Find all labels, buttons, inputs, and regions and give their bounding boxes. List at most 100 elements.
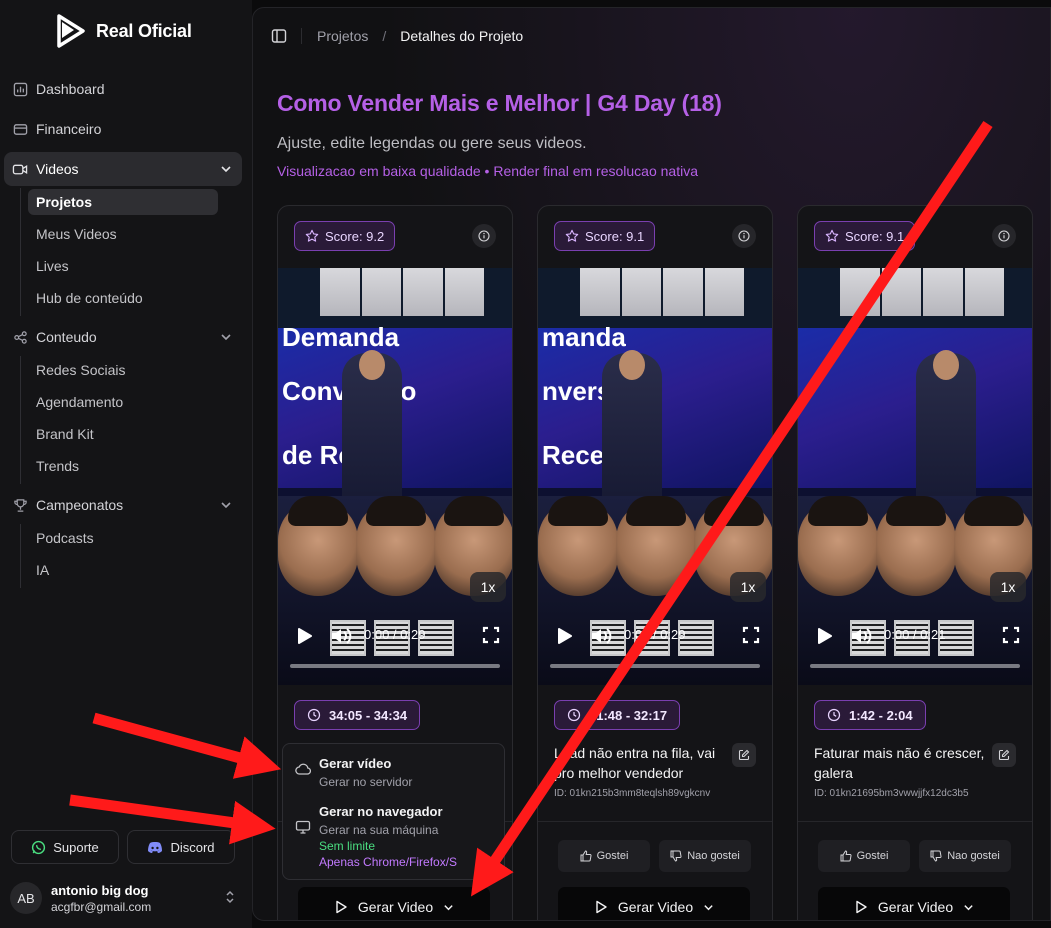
card-divider	[538, 821, 772, 822]
stage-text: manda	[542, 322, 626, 352]
generate-video-button[interactable]: Gerar Video	[298, 887, 490, 920]
like-button[interactable]: Gostei	[558, 840, 650, 872]
thumbs-down-icon	[670, 850, 682, 862]
thumbs-up-icon	[580, 850, 592, 862]
video-progress-bar[interactable]	[550, 664, 760, 668]
play-icon[interactable]	[554, 626, 574, 651]
play-icon[interactable]	[814, 626, 834, 651]
menu-item-generate-server[interactable]: Gerar vídeo Gerar no servidor	[295, 756, 412, 789]
sidebar-item-dashboard[interactable]: Dashboard	[4, 72, 242, 106]
wallet-icon	[12, 121, 28, 137]
info-icon[interactable]	[732, 224, 756, 248]
page-subtitle: Ajuste, edite legendas ou gere seus vide…	[277, 135, 587, 152]
video-player[interactable]: 1x 0:00 / 0:21	[798, 268, 1032, 685]
play-outline-icon	[856, 900, 867, 914]
star-icon	[565, 229, 579, 242]
playback-speed-button[interactable]: 1x	[470, 572, 506, 602]
like-button[interactable]: Gostei	[818, 840, 910, 872]
sidebar-subitem-projetos[interactable]: Projetos	[28, 189, 218, 215]
sidebar-item-campeonatos[interactable]: Campeonatos	[4, 488, 242, 522]
sidebar-subitem-trends[interactable]: Trends	[28, 453, 218, 479]
video-icon	[12, 161, 28, 177]
volume-icon[interactable]	[330, 626, 352, 651]
info-icon[interactable]	[992, 224, 1016, 248]
speaker-head	[933, 350, 959, 380]
clip-card: Score: 9.1 1x 0:00 / 0:21 1:42 - 2:04 Fa…	[797, 205, 1033, 920]
clock-icon	[567, 708, 581, 722]
generate-video-button[interactable]: Gerar Video	[558, 887, 750, 920]
quality-note: Visualizacao em baixa qualidade • Render…	[277, 163, 699, 179]
chevron-down-icon	[220, 330, 232, 346]
play-outline-icon	[596, 900, 607, 914]
volume-icon[interactable]	[590, 626, 612, 651]
menu-item-title: Gerar no navegador	[319, 804, 443, 819]
generate-menu: Gerar vídeo Gerar no servidor Gerar no n…	[282, 743, 505, 880]
user-menu[interactable]: AB antonio big dog acgfbr@gmail.com	[10, 878, 242, 918]
menu-item-generate-browser[interactable]: Gerar no navegador Gerar na sua máquina …	[295, 804, 457, 869]
menu-item-title: Gerar vídeo	[319, 756, 392, 771]
fullscreen-icon[interactable]	[1002, 626, 1020, 649]
sidebar-subitem-podcasts[interactable]: Podcasts	[28, 525, 218, 551]
play-outline-icon	[336, 900, 347, 914]
sidebar-subitem-meus-videos[interactable]: Meus Videos	[28, 221, 218, 247]
like-label: Gostei	[596, 850, 629, 862]
sidebar-item-videos[interactable]: Videos	[4, 152, 242, 186]
support-button[interactable]: Suporte	[11, 830, 119, 864]
info-icon[interactable]	[472, 224, 496, 248]
dislike-button[interactable]: Nao gostei	[659, 840, 751, 872]
user-name: antonio big dog	[51, 882, 149, 898]
sidebar-subitem-lives[interactable]: Lives	[28, 253, 218, 279]
volume-icon[interactable]	[850, 626, 872, 651]
time-range-label: 31:48 - 32:17	[589, 707, 668, 723]
time-range-badge: 34:05 - 34:34	[294, 700, 421, 730]
sidebar-item-conteudo[interactable]: Conteudo	[4, 320, 242, 354]
video-progress-bar[interactable]	[810, 664, 1020, 668]
edit-icon[interactable]	[992, 743, 1016, 767]
brand-logo-icon	[57, 14, 85, 48]
speaker-head	[359, 350, 385, 380]
generate-video-button[interactable]: Gerar Video	[818, 887, 1010, 920]
playback-speed-button[interactable]: 1x	[730, 572, 766, 602]
dislike-button[interactable]: Nao gostei	[919, 840, 1011, 872]
star-icon	[825, 229, 839, 242]
fullscreen-icon[interactable]	[482, 626, 500, 649]
submenu-line	[20, 188, 21, 316]
chevron-down-icon	[964, 904, 973, 910]
video-progress-bar[interactable]	[290, 664, 500, 668]
clip-title: Faturar mais não é crescer, galera	[814, 745, 985, 781]
time-range-label: 1:42 - 2:04	[849, 707, 913, 723]
playback-speed-button[interactable]: 1x	[990, 572, 1026, 602]
brand[interactable]: Real Oficial	[56, 14, 192, 48]
brand-name: Real Oficial	[96, 20, 192, 41]
clip-title: Lead não entra na fila, vai pro melhor v…	[554, 745, 716, 781]
sidebar-subitem-redes-sociais[interactable]: Redes Sociais	[28, 357, 218, 383]
video-time: 0:00 / 0:29	[364, 627, 426, 642]
sidebar-subitem-brand-kit[interactable]: Brand Kit	[28, 421, 218, 447]
sidebar-subitem-hub[interactable]: Hub de conteúdo	[28, 285, 218, 311]
fullscreen-icon[interactable]	[742, 626, 760, 649]
discord-label: Discord	[170, 839, 215, 855]
breadcrumb-projetos[interactable]: Projetos	[317, 28, 368, 44]
like-label: Gostei	[856, 850, 889, 862]
sidebar-item-label: Campeonatos	[36, 497, 124, 513]
video-player[interactable]: manda nversã Recei 1x 0:00 / 0:29	[538, 268, 772, 685]
play-icon[interactable]	[294, 626, 314, 651]
discord-button[interactable]: Discord	[127, 830, 235, 864]
menu-item-browser-note: Apenas Chrome/Firefox/S	[319, 855, 458, 869]
edit-icon[interactable]	[732, 743, 756, 767]
sidebar-item-label: Financeiro	[36, 121, 102, 137]
video-player[interactable]: Demanda Conversão de Rec 1x 0:00 / 0:29	[278, 268, 512, 685]
sidebar-item-label: Videos	[36, 161, 79, 177]
whatsapp-icon	[32, 840, 46, 854]
score-label: Score: 9.2	[325, 228, 385, 244]
menu-item-subtitle: Gerar na sua máquina	[319, 823, 439, 837]
sidebar-item-financeiro[interactable]: Financeiro	[4, 112, 242, 146]
sidebar-toggle-icon[interactable]	[271, 28, 287, 49]
video-banner	[798, 268, 1032, 328]
monitor-icon	[295, 820, 319, 869]
video-time: 0:00 / 0:21	[884, 627, 946, 642]
sidebar-subitem-agendamento[interactable]: Agendamento	[28, 389, 218, 415]
sidebar-subitem-ia[interactable]: IA	[28, 557, 218, 583]
score-badge: Score: 9.1	[554, 221, 656, 251]
breadcrumb-current: Detalhes do Projeto	[400, 28, 524, 44]
